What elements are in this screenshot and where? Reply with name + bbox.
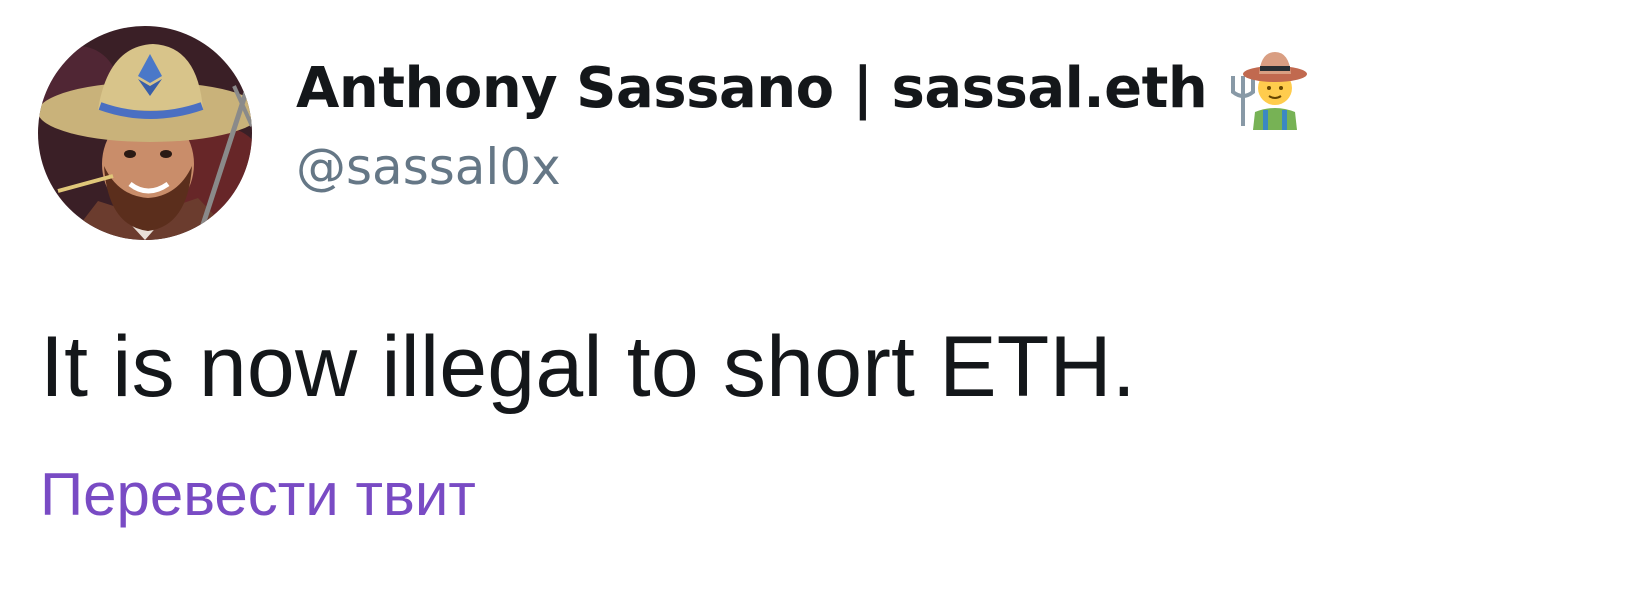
translate-tweet-link[interactable]: Перевести твит bbox=[40, 460, 476, 529]
author-name-row: Anthony Sassano | sassal.eth bbox=[296, 50, 1313, 130]
avatar-image bbox=[38, 26, 252, 240]
author-handle[interactable]: @sassal0x bbox=[296, 138, 561, 196]
avatar[interactable] bbox=[38, 26, 252, 240]
farmer-icon bbox=[1229, 46, 1313, 130]
tweet-text: It is now illegal to short ETH. bbox=[40, 319, 1136, 415]
tweet-card: Anthony Sassano | sassal.eth @sassal0x I… bbox=[0, 0, 1628, 600]
author-display-name[interactable]: Anthony Sassano | sassal.eth bbox=[296, 56, 1208, 121]
